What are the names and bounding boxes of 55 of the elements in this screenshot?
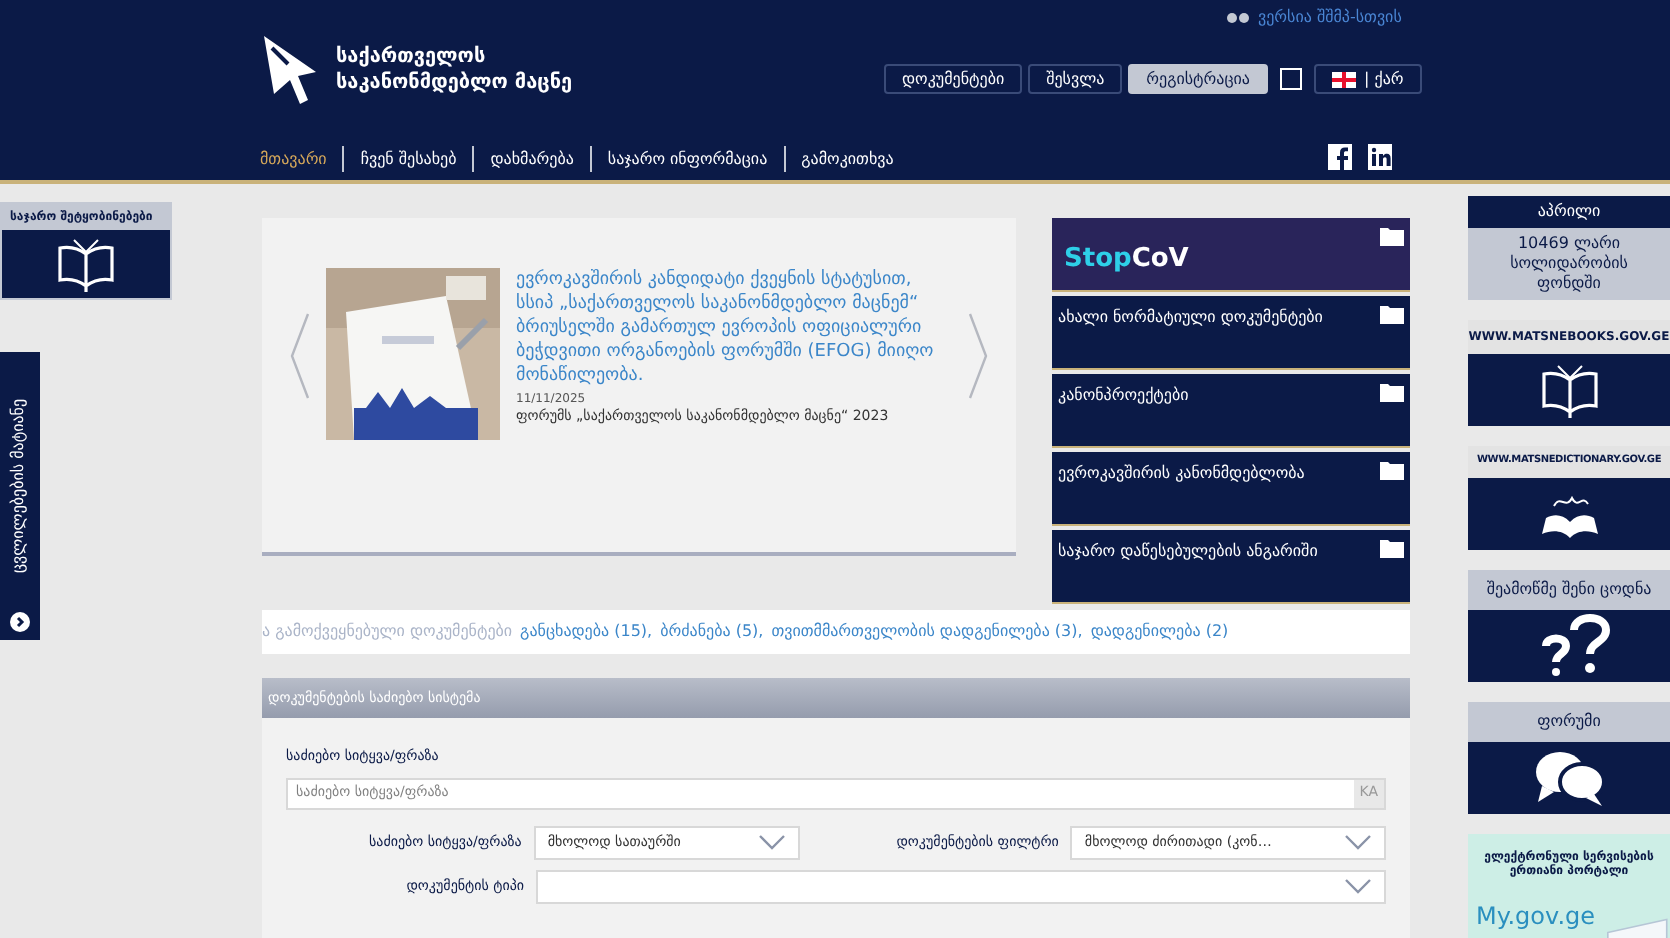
- tile-link[interactable]: [1468, 741, 1670, 813]
- georgia-flag-icon: [1332, 71, 1356, 87]
- accessibility-link[interactable]: ვერსია შშმპ-სთვის: [1258, 6, 1402, 30]
- folder-icon: [1380, 226, 1404, 246]
- header-button[interactable]: შესვლა: [1028, 64, 1123, 94]
- fund-text[interactable]: 10469 ლარი სოლიდარობის ფონდში: [1468, 228, 1670, 300]
- side-tab-label: ცვლილებების მატიანე: [8, 398, 30, 574]
- menu-tile-label: კანონპროექტები: [1058, 384, 1191, 408]
- tile-title: ფორუმი: [1468, 701, 1670, 741]
- facebook-icon[interactable]: [1328, 144, 1352, 170]
- linkedin-icon[interactable]: [1368, 144, 1392, 170]
- menu-tile[interactable]: StopCoV: [1052, 218, 1410, 292]
- header-button[interactable]: დოკუმენტები: [884, 64, 1023, 94]
- caret-icon: [1344, 834, 1372, 850]
- document-count-link[interactable]: თვითმმართველობის დადგენილება (3),: [771, 620, 1083, 644]
- tile-title: შეამოწმე შენი ცოდნა: [1468, 569, 1670, 609]
- stopcov-logo-text: StopCoV: [1064, 242, 1189, 278]
- folder-icon: [1380, 382, 1404, 402]
- news-headline[interactable]: ევროკავშირის კანდიდატი ქვეყნის სტატუსით, სსიპ „საქართველოს საკანონმდებლო მაცნემ“ ბრიუსელში გამართულ ევროპის ოფიციალური ბეჭდვითი ორგანოების ფორუმში (EFOG) მიიღო მონაწილეობა.: [516, 268, 952, 388]
- tile-title: აპრილი: [1468, 196, 1670, 228]
- banner-logo-text: My.gov.ge: [1476, 899, 1596, 933]
- caret-icon: [757, 834, 786, 850]
- language-button[interactable]: | ქარ: [1314, 64, 1422, 94]
- caret-icon: [1344, 878, 1372, 894]
- nav-link[interactable]: მთავარი: [260, 147, 327, 171]
- site-title: საქართველოს: [336, 44, 488, 70]
- nav-link[interactable]: გამოკითხვა: [801, 147, 894, 171]
- tile-link[interactable]: [1468, 609, 1670, 681]
- document-count-link[interactable]: ბრძანება (5),: [660, 620, 764, 644]
- menu-tile-label: ევროკავშირის კანონმდებლობა: [1058, 462, 1307, 486]
- folder-icon: [1380, 304, 1404, 324]
- menu-tile-label: ახალი ნორმატიული დოკუმენტები: [1058, 306, 1325, 330]
- folder-icon: [1380, 538, 1404, 558]
- menu-tile[interactable]: ევროკავშირის კანონმდებლობა: [1052, 452, 1410, 526]
- tile-link[interactable]: [1468, 354, 1670, 426]
- menu-tile-label: საჯარო დაწესებულების ანგარიში: [1058, 540, 1320, 564]
- folder-icon: [1380, 460, 1404, 480]
- tile-link[interactable]: [1468, 477, 1670, 549]
- menu-tile[interactable]: ახალი ნორმატიული დოკუმენტები: [1052, 296, 1410, 370]
- chevron-right-icon: [10, 612, 30, 632]
- document-count-link[interactable]: დადგენილება (2): [1090, 620, 1229, 644]
- document-count-link[interactable]: განცხადება (15),: [520, 620, 653, 644]
- ticker-lead: ა გამოქვეყნებული დოკუმენტები: [262, 620, 513, 644]
- open-book-icon: [1539, 362, 1599, 418]
- side-tab[interactable]: ცვლილებების მატიანე: [0, 352, 40, 640]
- site-title: საკანონმდებლო მაცნე: [336, 70, 573, 96]
- nav-link[interactable]: ჩვენ შესახებ: [360, 147, 457, 171]
- menu-tile[interactable]: საჯარო დაწესებულების ანგარიში: [1052, 530, 1410, 604]
- header-button[interactable]: რეგისტრაცია: [1128, 64, 1268, 94]
- select-field[interactable]: [536, 869, 1386, 903]
- menu-tile[interactable]: კანონპროექტები: [1052, 374, 1410, 448]
- nav-link[interactable]: დახმარება: [490, 147, 574, 171]
- checkbox[interactable]: [1280, 68, 1302, 90]
- nav-link[interactable]: საჯარო ინფორმაცია: [607, 147, 768, 171]
- open-book-icon: [56, 236, 116, 292]
